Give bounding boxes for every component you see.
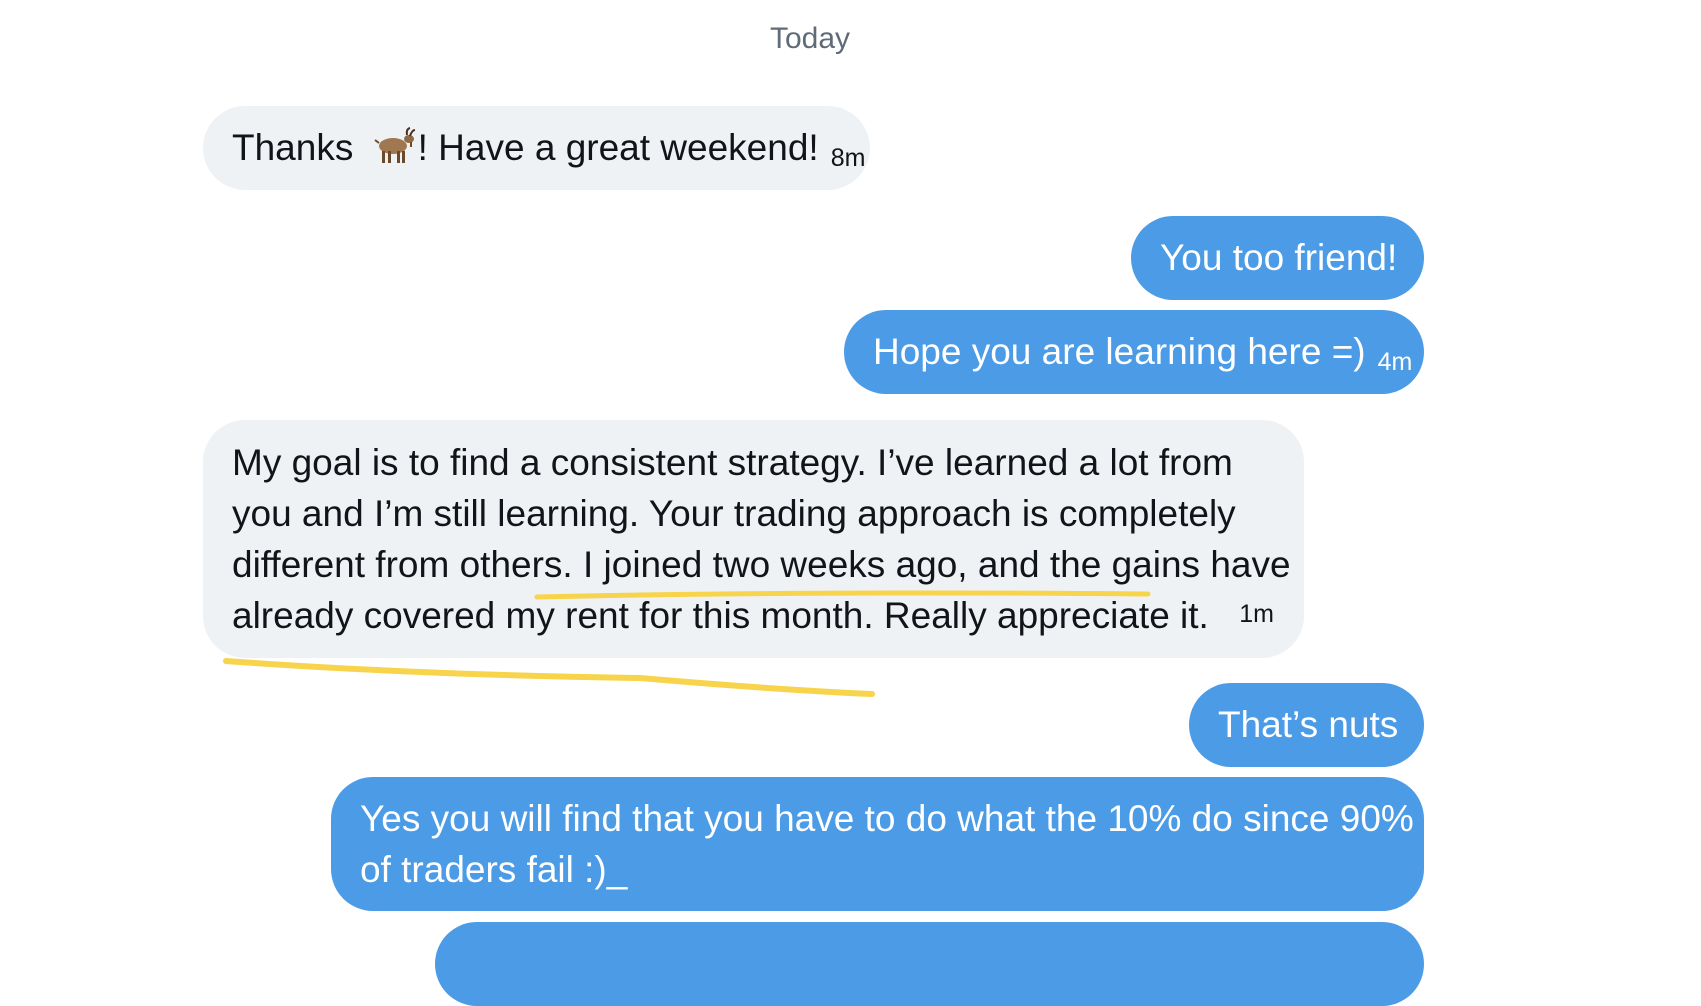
message-bubble-outgoing[interactable]: Hope you are learning here =) 4m <box>844 310 1424 394</box>
goat-emoji-icon <box>372 126 416 166</box>
message-timestamp: 8m <box>830 144 866 172</box>
message-text: That’s nuts <box>1218 704 1399 745</box>
message-bubble-outgoing[interactable]: You too friend! <box>1131 216 1424 300</box>
message-text-line: already covered my rent for this month. … <box>232 595 1209 636</box>
message-timestamp: 4m <box>1377 348 1413 376</box>
message-text-line: different from others. I joined two week… <box>232 544 1291 585</box>
message-timestamp: 1m <box>1239 600 1274 628</box>
date-separator: Today <box>769 22 851 55</box>
message-text-line: of traders fail :)_ <box>360 849 628 890</box>
message-bubble-outgoing[interactable]: Yes you will find that you have to do wh… <box>331 777 1424 911</box>
message-text: Hope you are learning here =) <box>873 331 1366 372</box>
message-bubble-incoming[interactable]: My goal is to find a consistent strategy… <box>203 420 1304 658</box>
message-bubble-incoming[interactable]: Thanks ! Have a great weekend! 8m <box>203 106 870 190</box>
message-text: ! Have a great weekend! <box>417 127 819 168</box>
message-text: You too friend! <box>1160 237 1398 278</box>
message-text-line: you and I’m still learning. Your trading… <box>232 493 1236 534</box>
message-bubble-outgoing[interactable]: That’s nuts <box>1189 683 1424 767</box>
message-text: Thanks <box>232 127 364 168</box>
message-text-line: My goal is to find a consistent strategy… <box>232 442 1233 483</box>
message-text-line: Yes you will find that you have to do wh… <box>360 798 1414 839</box>
message-bubble-outgoing-partial[interactable] <box>435 922 1424 1006</box>
